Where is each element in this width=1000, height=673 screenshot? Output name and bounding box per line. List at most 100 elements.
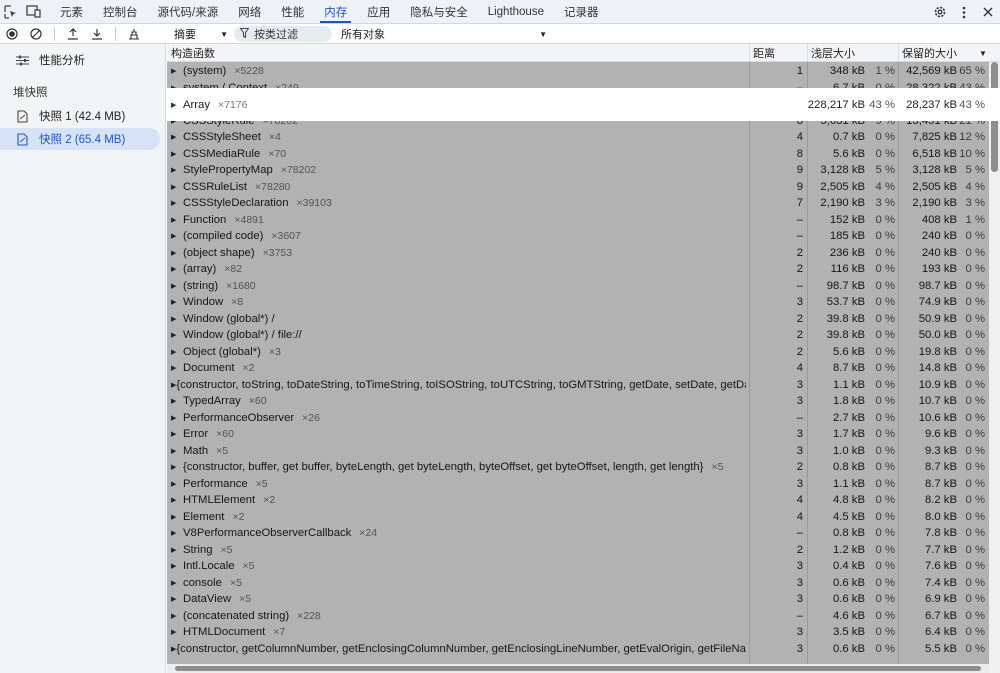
inspect-element-icon[interactable] [0, 0, 22, 23]
column-header-shallow-size[interactable]: 浅层大小 [811, 44, 855, 62]
table-row[interactable]: ▶ CSSStyleSheet ×4 4 0.7 kB 0 % 7,825 kB 12 % [167, 129, 989, 146]
table-row[interactable]: ▶ Object (global*) ×3 2 5.6 kB 0 % 19.8 kB 0 % [167, 344, 989, 361]
table-row[interactable]: ▶ Intl.Locale ×5 3 0.4 kB 0 % 7.6 kB 0 % [167, 558, 989, 575]
expand-triangle-icon[interactable]: ▶ [171, 315, 183, 323]
table-row[interactable]: ▶ {constructor, buffer, get buffer, byteL… [167, 459, 989, 476]
sidebar-item-profiler[interactable]: 性能分析 [0, 49, 160, 71]
table-row[interactable]: ▶ V8PerformanceObserverCallback ×24 – 0.8 kB… [167, 525, 989, 542]
class-filter-input[interactable]: 按类过滤 [234, 26, 332, 42]
expand-triangle-icon[interactable]: ▶ [171, 496, 183, 504]
table-row[interactable]: ▶ console ×5 3 0.6 kB 0 % 7.4 kB 0 % [167, 575, 989, 592]
column-header-constructor[interactable]: 构造函数 [171, 44, 215, 62]
expand-triangle-icon[interactable]: ▶ [171, 595, 183, 603]
table-row[interactable]: ▶ Window (global*) / 2 39.8 kB 0 % 50.9 kB 0 % [167, 311, 989, 328]
expand-triangle-icon[interactable]: ▶ [171, 562, 183, 570]
expand-triangle-icon[interactable]: ▶ [171, 348, 183, 356]
device-toolbar-icon[interactable] [22, 0, 44, 23]
table-row[interactable]: ▶ DataView ×5 3 0.6 kB 0 % 6.9 kB 0 % [167, 591, 989, 608]
tab-6[interactable]: 应用 [357, 0, 400, 23]
table-row[interactable]: ▶ (string) ×1680 – 98.7 kB 0 % 98.7 kB 0 % [167, 278, 989, 295]
expand-triangle-icon[interactable]: ▶ [171, 463, 183, 471]
expand-triangle-icon[interactable]: ▶ [171, 101, 183, 109]
table-row[interactable]: ▶ CSSRuleList ×78280 9 2,505 kB 4 % 2,505 kB 4 … [167, 179, 989, 196]
expand-triangle-icon[interactable]: ▶ [171, 199, 183, 207]
expand-triangle-icon[interactable]: ▶ [171, 447, 183, 455]
table-row[interactable]: ▶ (compiled code) ×3607 – 185 kB 0 % 240 kB 0 % [167, 228, 989, 245]
expand-triangle-icon[interactable]: ▶ [171, 133, 183, 141]
table-row[interactable]: ▶ Performance ×5 3 1.1 kB 0 % 8.7 kB 0 % [167, 476, 989, 493]
more-options-icon[interactable] [952, 0, 976, 24]
table-row[interactable]: ▶ Array ×7176 2 28,217 kB 43 % 28,237 kB 43 % [167, 88, 1000, 121]
table-row[interactable]: ▶ (object shape) ×3753 2 236 kB 0 % 240 kB 0 % [167, 245, 989, 262]
column-header-retained-size[interactable]: 保留的大小 ▼ [902, 44, 987, 62]
expand-triangle-icon[interactable]: ▶ [171, 529, 183, 537]
table-row[interactable]: ▶ (array) ×82 2 116 kB 0 % 193 kB 0 % [167, 261, 989, 278]
table-row[interactable]: ▶ {constructor, toString, toDateString, t… [167, 377, 989, 394]
expand-triangle-icon[interactable]: ▶ [171, 67, 183, 75]
table-row[interactable]: ▶ CSSStyleDeclaration ×39103 7 2,190 kB 3 % 2,… [167, 195, 989, 212]
table-row[interactable]: ▶ PerformanceObserver ×26 – 2.7 kB 0 % 10.6 kB… [167, 410, 989, 427]
table-row[interactable]: ▶ HTMLElement ×2 4 4.8 kB 0 % 8.2 kB 0 % [167, 492, 989, 509]
object-select[interactable]: 所有对象 ▼ [341, 24, 547, 44]
table-row[interactable]: ▶ Document ×2 4 8.7 kB 0 % 14.8 kB 0 % [167, 360, 989, 377]
expand-triangle-icon[interactable]: ▶ [171, 232, 183, 240]
expand-triangle-icon[interactable]: ▶ [171, 414, 183, 422]
table-row[interactable]: ▶ TypedArray ×60 3 1.8 kB 0 % 10.7 kB 0 % [167, 393, 989, 410]
table-row[interactable]: ▶ CSSMediaRule ×70 8 5.6 kB 0 % 6,518 kB 10 % [167, 146, 989, 163]
tab-2[interactable]: 源代码/来源 [148, 0, 229, 23]
expand-triangle-icon[interactable]: ▶ [171, 249, 183, 257]
tab-5[interactable]: 内存 [314, 0, 357, 23]
table-row[interactable]: ▶ Function ×4891 – 152 kB 0 % 408 kB 1 % [167, 212, 989, 229]
expand-triangle-icon[interactable]: ▶ [171, 628, 183, 636]
tab-3[interactable]: 网络 [228, 0, 271, 23]
close-icon[interactable] [976, 0, 1000, 24]
tab-7[interactable]: 隐私与安全 [400, 0, 478, 23]
expand-triangle-icon[interactable]: ▶ [171, 166, 183, 174]
expand-triangle-icon[interactable]: ▶ [171, 183, 183, 191]
tab-9[interactable]: 记录器 [554, 0, 609, 23]
expand-triangle-icon[interactable]: ▶ [171, 150, 183, 158]
sidebar-item-snapshot-1[interactable]: 快照 1 (42.4 MB) [0, 105, 160, 127]
table-row[interactable]: ▶ Error ×60 3 1.7 kB 0 % 9.6 kB 0 % [167, 426, 989, 443]
shallow-percent-cell: 0 % [875, 593, 895, 606]
settings-gear-icon[interactable] [928, 0, 952, 24]
table-row[interactable]: ▶ Math ×5 3 1.0 kB 0 % 9.3 kB 0 % [167, 443, 989, 460]
expand-triangle-icon[interactable]: ▶ [171, 265, 183, 273]
expand-triangle-icon[interactable]: ▶ [171, 331, 183, 339]
tab-1[interactable]: 控制台 [93, 0, 148, 23]
expand-triangle-icon[interactable]: ▶ [171, 480, 183, 488]
view-select[interactable]: 摘要 ▼ [174, 24, 228, 44]
table-row[interactable]: ▶ StylePropertyMap ×78202 9 3,128 kB 5 % 3,128… [167, 162, 989, 179]
table-row[interactable]: ▶ Element ×2 4 4.5 kB 0 % 8.0 kB 0 % [167, 509, 989, 526]
expand-triangle-icon[interactable]: ▶ [171, 430, 183, 438]
tab-8[interactable]: Lighthouse [478, 0, 554, 23]
record-icon[interactable] [0, 24, 24, 44]
horizontal-scroll-thumb[interactable] [175, 666, 981, 671]
download-icon[interactable] [85, 24, 109, 44]
expand-triangle-icon[interactable]: ▶ [171, 216, 183, 224]
table-row[interactable]: ▶ (system) ×5228 1 348 kB 1 % 42,569 kB 65 % [167, 63, 989, 80]
expand-triangle-icon[interactable]: ▶ [171, 397, 183, 405]
expand-triangle-icon[interactable]: ▶ [171, 579, 183, 587]
upload-icon[interactable] [61, 24, 85, 44]
tab-0[interactable]: 元素 [50, 0, 93, 23]
vertical-scrollbar[interactable] [989, 62, 1000, 673]
expand-triangle-icon[interactable]: ▶ [171, 282, 183, 290]
sidebar-item-snapshot-2[interactable]: 快照 2 (65.4 MB) [0, 128, 160, 150]
horizontal-scrollbar[interactable] [167, 664, 989, 673]
column-header-distance[interactable]: 距离 [753, 44, 775, 62]
expand-triangle-icon[interactable]: ▶ [171, 546, 183, 554]
table-row[interactable]: ▶ HTMLDocument ×7 3 3.5 kB 0 % 6.4 kB 0 % [167, 624, 989, 641]
collect-garbage-icon[interactable] [122, 24, 146, 44]
table-row[interactable]: ▶ Window ×8 3 53.7 kB 0 % 74.9 kB 0 % [167, 294, 989, 311]
table-row[interactable]: ▶ (concatenated string) ×228 – 4.6 kB 0 % 6.7 … [167, 608, 989, 625]
expand-triangle-icon[interactable]: ▶ [171, 364, 183, 372]
table-row[interactable]: ▶ Window (global*) / file:// 2 39.8 kB 0 % 50… [167, 327, 989, 344]
table-row[interactable]: ▶ {constructor, getColumnNumber, getEnclo… [167, 641, 989, 658]
tab-4[interactable]: 性能 [271, 0, 314, 23]
expand-triangle-icon[interactable]: ▶ [171, 612, 183, 620]
clear-icon[interactable] [24, 24, 48, 44]
table-row[interactable]: ▶ String ×5 2 1.2 kB 0 % 7.7 kB 0 % [167, 542, 989, 559]
expand-triangle-icon[interactable]: ▶ [171, 513, 183, 521]
expand-triangle-icon[interactable]: ▶ [171, 298, 183, 306]
